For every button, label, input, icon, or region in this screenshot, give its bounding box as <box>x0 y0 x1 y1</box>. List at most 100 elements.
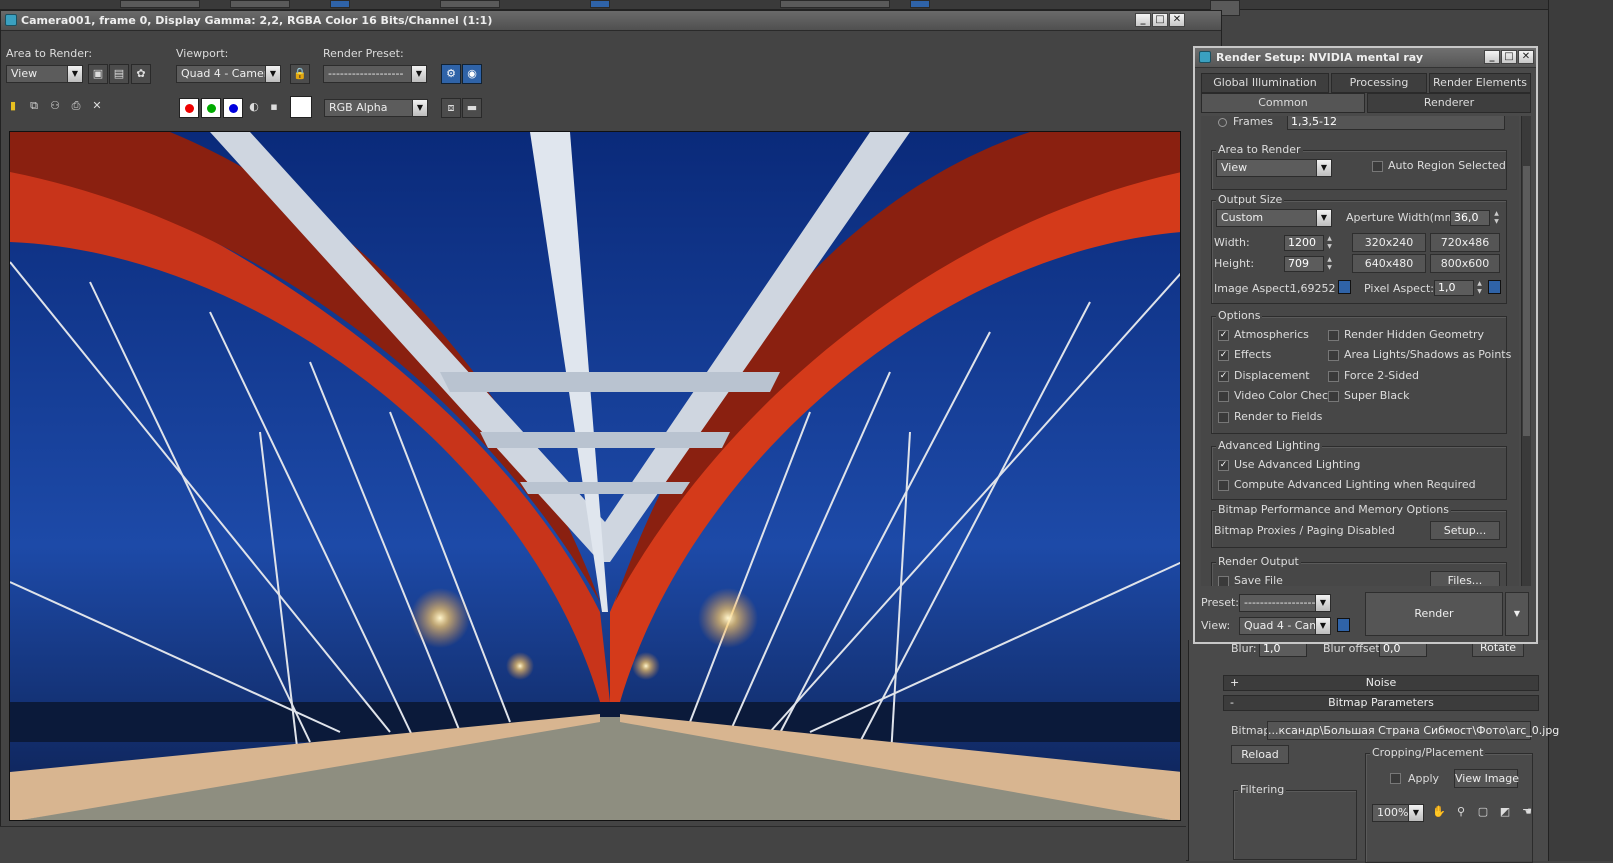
tab-processing[interactable]: Processing <box>1331 73 1427 93</box>
edit-region-icon[interactable]: ▣ <box>88 64 108 84</box>
aperture-spinner[interactable]: ▲ ▼ <box>1492 210 1501 226</box>
frames-radio[interactable] <box>1218 118 1227 127</box>
pixel-aspect-spinner[interactable]: ▲ ▼ <box>1475 280 1484 296</box>
toolbar-fragment[interactable] <box>230 0 290 8</box>
toolbar-fragment[interactable] <box>440 0 500 8</box>
render-icon[interactable]: ✿ <box>131 64 151 84</box>
preset-800x600-button[interactable]: 800x600 <box>1430 254 1500 273</box>
scrollbar-thumb[interactable] <box>1523 166 1530 436</box>
area-to-render-dropdown[interactable]: View ▼ <box>1216 159 1332 177</box>
red-channel-toggle[interactable] <box>179 98 199 118</box>
environment-effects-icon[interactable]: ◉ <box>462 64 482 84</box>
tab-render-elements[interactable]: Render Elements <box>1429 73 1531 93</box>
zoom-icon[interactable]: ⚲ <box>1451 803 1471 823</box>
frames-field[interactable]: 1,3,5-12 <box>1287 116 1505 130</box>
noise-rollout[interactable]: + Noise <box>1223 675 1539 691</box>
zoom-extents-icon[interactable]: ▢ <box>1473 803 1493 823</box>
auto-region-checkbox[interactable] <box>1372 161 1383 172</box>
bitmap-parameters-rollout[interactable]: - Bitmap Parameters <box>1223 695 1539 711</box>
use-advanced-lighting-checkbox[interactable]: ✓ <box>1218 460 1229 471</box>
tab-common[interactable]: Common <box>1201 93 1365 113</box>
super-black-checkbox[interactable] <box>1328 391 1339 402</box>
lock-aspect-icon[interactable] <box>1338 280 1351 294</box>
blue-channel-toggle[interactable] <box>223 98 243 118</box>
files-button[interactable]: Files... <box>1430 571 1500 586</box>
render-setup-icon[interactable]: ⚙ <box>441 64 461 84</box>
output-size-dropdown[interactable]: Custom ▼ <box>1216 209 1332 227</box>
aperture-field[interactable]: 36,0 <box>1450 210 1490 226</box>
maximize-icon[interactable]: □ <box>1501 50 1517 64</box>
apply-label: Apply <box>1408 772 1440 785</box>
status-area <box>0 826 1186 861</box>
toolbar-fragment[interactable] <box>780 0 890 8</box>
preset-320x240-button[interactable]: 320x240 <box>1352 233 1426 252</box>
apply-checkbox[interactable] <box>1390 773 1401 784</box>
effects-checkbox[interactable]: ✓ <box>1218 350 1229 361</box>
render-button[interactable]: Render <box>1365 592 1503 636</box>
maximize-icon[interactable]: □ <box>1152 13 1168 27</box>
lock-pixel-aspect-icon[interactable] <box>1488 280 1501 294</box>
height-spinner[interactable]: ▲ ▼ <box>1325 256 1334 272</box>
chevron-down-icon: ▼ <box>411 66 426 82</box>
toolbar-fragment[interactable] <box>120 0 200 8</box>
lock-view-icon[interactable] <box>1337 618 1350 632</box>
channel-dropdown[interactable]: RGB Alpha ▼ <box>324 99 428 117</box>
green-channel-toggle[interactable] <box>201 98 221 118</box>
preset-dropdown[interactable]: ------------------- ▼ <box>1239 594 1331 612</box>
displacement-checkbox[interactable]: ✓ <box>1218 371 1229 382</box>
minimize-icon[interactable]: _ <box>1135 13 1151 27</box>
monochrome-icon[interactable]: ▪ <box>264 98 284 118</box>
view-image-button[interactable]: View Image <box>1454 769 1519 788</box>
close-icon[interactable]: ✕ <box>1518 50 1534 64</box>
minimize-icon[interactable]: _ <box>1484 50 1500 64</box>
height-field[interactable]: 709 <box>1284 256 1324 272</box>
force-2-sided-checkbox[interactable] <box>1328 371 1339 382</box>
area-to-render-dropdown[interactable]: View ▼ <box>6 65 83 83</box>
reload-button[interactable]: Reload <box>1231 745 1289 764</box>
tab-global-illumination[interactable]: Global Illumination <box>1201 73 1329 93</box>
render-to-fields-checkbox[interactable] <box>1218 412 1229 423</box>
hand-icon[interactable]: ☚ <box>1517 803 1537 823</box>
toggle-ui-overlay-icon[interactable]: ⧈ <box>441 98 461 118</box>
render-options-chevron-icon[interactable]: ▼ <box>1505 592 1529 636</box>
toggle-ui-icon[interactable]: ▬ <box>462 98 482 118</box>
close-icon[interactable]: ✕ <box>1169 13 1185 27</box>
preset-720x486-button[interactable]: 720x486 <box>1430 233 1500 252</box>
bitmap-path-button[interactable]: ...ксандр\Большая Страна Сибмост\Фото\ar… <box>1267 721 1559 740</box>
auto-region-icon[interactable]: ▤ <box>109 64 129 84</box>
width-spinner[interactable]: ▲ ▼ <box>1325 235 1334 251</box>
print-icon[interactable]: ⚇ <box>45 97 65 117</box>
zoom-dropdown[interactable]: 100% ▼ <box>1372 804 1424 822</box>
toolbar-fragment[interactable] <box>590 0 610 8</box>
toolbar-fragment[interactable] <box>330 0 350 8</box>
rendered-image <box>9 131 1181 821</box>
area-lights-checkbox[interactable] <box>1328 350 1339 361</box>
alpha-channel-icon[interactable]: ◐ <box>244 98 264 118</box>
clone-window-icon[interactable]: ⧉ <box>24 97 44 117</box>
common-parameters-scroll[interactable]: Frames 1,3,5-12 Area to Render View ▼ Aut… <box>1201 116 1519 586</box>
save-image-icon[interactable]: ▮ <box>3 97 23 117</box>
viewport-dropdown[interactable]: Quad 4 - Camera0 ▼ <box>176 65 281 83</box>
frame-window-titlebar[interactable]: Camera001, frame 0, Display Gamma: 2,2, … <box>1 11 1221 31</box>
render-preset-dropdown[interactable]: ------------------- ▼ <box>323 65 427 83</box>
color-swatch[interactable] <box>290 96 312 118</box>
preset-640x480-button[interactable]: 640x480 <box>1352 254 1426 273</box>
tab-renderer[interactable]: Renderer <box>1367 93 1531 113</box>
setup-button[interactable]: Setup... <box>1430 521 1500 540</box>
scrollbar[interactable] <box>1521 116 1531 586</box>
video-color-check-checkbox[interactable] <box>1218 391 1229 402</box>
compute-advanced-lighting-checkbox[interactable] <box>1218 480 1229 491</box>
pan-icon[interactable]: ✋ <box>1429 803 1449 823</box>
zoom-region-icon[interactable]: ◩ <box>1495 803 1515 823</box>
view-dropdown[interactable]: Quad 4 - Camer ▼ <box>1239 617 1331 635</box>
atmospherics-checkbox[interactable]: ✓ <box>1218 330 1229 341</box>
pixel-aspect-field[interactable]: 1,0 <box>1434 280 1474 296</box>
print-image-icon[interactable]: ⎙ <box>66 97 86 117</box>
toolbar-fragment[interactable] <box>910 0 930 8</box>
lock-icon[interactable]: 🔒 <box>290 64 310 84</box>
save-file-checkbox[interactable] <box>1218 576 1229 586</box>
width-field[interactable]: 1200 <box>1284 235 1324 251</box>
clear-icon[interactable]: ✕ <box>87 97 107 117</box>
render-hidden-geometry-checkbox[interactable] <box>1328 330 1339 341</box>
render-setup-titlebar[interactable]: Render Setup: NVIDIA mental ray _ □ ✕ <box>1195 48 1536 68</box>
